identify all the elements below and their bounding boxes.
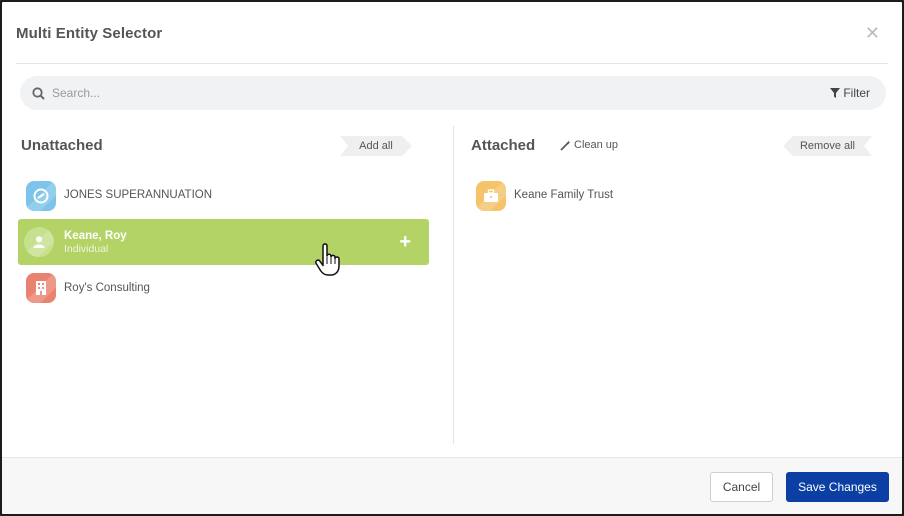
search-bar: Filter bbox=[20, 76, 886, 110]
dialog-title: Multi Entity Selector bbox=[16, 25, 163, 42]
list-item-selected[interactable]: Keane, Roy Individual + bbox=[18, 219, 429, 265]
briefcase-icon bbox=[476, 181, 506, 211]
hand-cursor-icon bbox=[315, 243, 340, 276]
entity-type: Individual bbox=[64, 243, 109, 255]
attached-title: Attached bbox=[471, 137, 536, 154]
add-all-button[interactable]: Add all bbox=[340, 136, 412, 156]
person-icon bbox=[24, 227, 54, 257]
clean-up-label: Clean up bbox=[574, 139, 619, 151]
list-item[interactable]: Roy's Consulting bbox=[18, 266, 429, 310]
list-item[interactable]: JONES SUPERANNUATION bbox=[18, 174, 429, 218]
unattached-title: Unattached bbox=[21, 137, 103, 154]
magic-wand-icon bbox=[560, 140, 571, 151]
remove-all-button[interactable]: Remove all bbox=[783, 136, 872, 156]
close-icon[interactable]: ✕ bbox=[865, 24, 880, 42]
entity-name: Roy's Consulting bbox=[64, 282, 150, 294]
clean-up-button[interactable]: Clean up bbox=[560, 139, 618, 151]
multi-entity-selector-dialog: Multi Entity Selector ✕ Filter Unattache… bbox=[0, 0, 904, 516]
entity-name: JONES SUPERANNUATION bbox=[64, 189, 213, 201]
filter-label: Filter bbox=[843, 86, 870, 100]
search-icon bbox=[32, 87, 45, 100]
dialog-header: Multi Entity Selector ✕ bbox=[16, 2, 888, 64]
dialog-footer: Cancel Save Changes bbox=[2, 457, 902, 514]
save-changes-button[interactable]: Save Changes bbox=[786, 472, 889, 502]
entity-name: Keane, Roy bbox=[64, 230, 127, 242]
filter-icon bbox=[830, 88, 841, 98]
filter-button[interactable]: Filter bbox=[830, 86, 870, 100]
superannuation-icon bbox=[26, 181, 56, 211]
list-item[interactable]: Keane Family Trust bbox=[468, 174, 879, 218]
column-divider bbox=[453, 126, 454, 444]
entity-name: Keane Family Trust bbox=[514, 189, 614, 201]
building-icon bbox=[26, 273, 56, 303]
cancel-button[interactable]: Cancel bbox=[710, 472, 773, 502]
add-icon[interactable]: + bbox=[399, 232, 411, 252]
search-input[interactable] bbox=[52, 82, 752, 104]
